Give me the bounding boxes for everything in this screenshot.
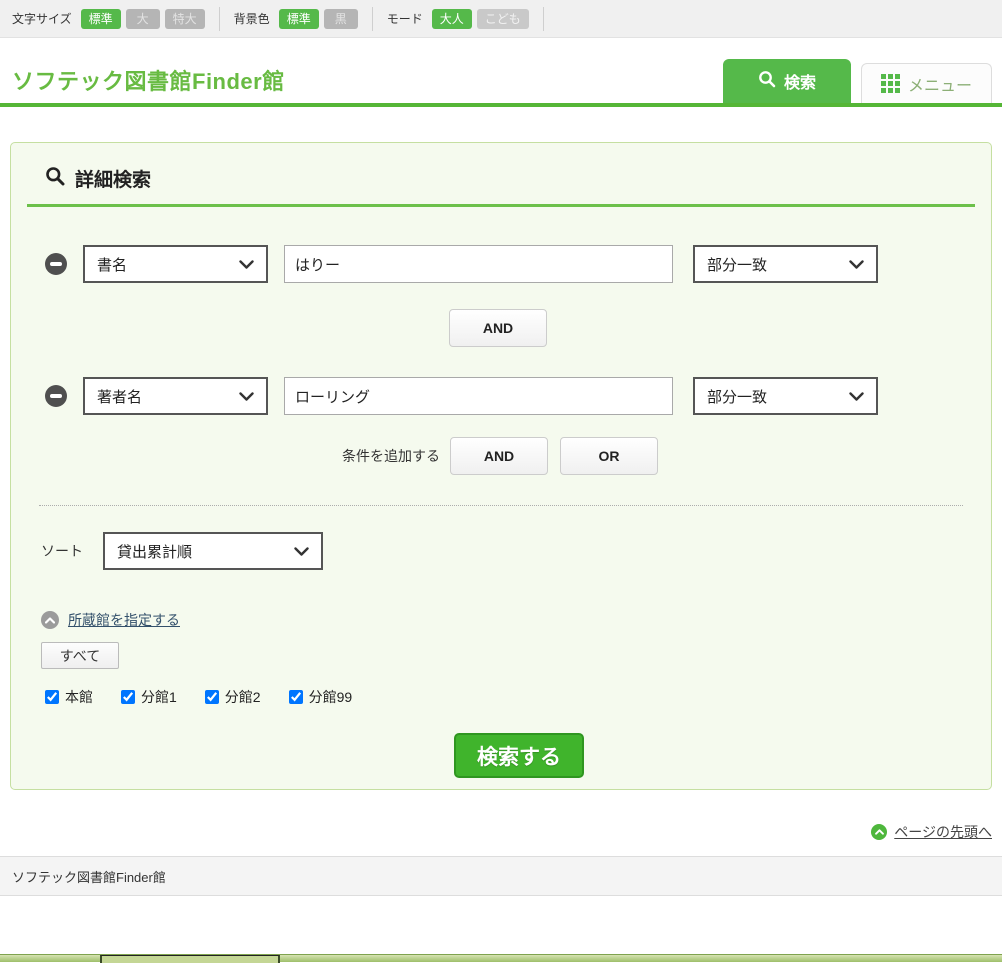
toolbar-spacer xyxy=(543,7,572,31)
mode-label: モード xyxy=(387,10,423,27)
add-or-button[interactable]: OR xyxy=(560,437,658,475)
site-header: ソフテック図書館Finder館 検索 メニュー xyxy=(0,38,1002,107)
checkbox-label: 分館2 xyxy=(225,687,261,707)
search-icon xyxy=(45,166,65,191)
match-select-2[interactable]: 部分一致 xyxy=(693,377,878,415)
chevron-down-icon xyxy=(849,256,864,273)
match-select-1[interactable]: 部分一致 xyxy=(693,245,878,283)
checkbox-input[interactable] xyxy=(205,690,219,704)
font-size-label: 文字サイズ xyxy=(12,10,72,27)
field-select-2[interactable]: 著者名 xyxy=(83,377,268,415)
chevron-down-icon xyxy=(239,256,254,273)
bg-color-black-button[interactable]: 黒 xyxy=(324,9,358,29)
checkbox-input[interactable] xyxy=(45,690,59,704)
specify-holding-library-link[interactable]: 所蔵館を指定する xyxy=(68,610,180,630)
sort-select[interactable]: 貸出累計順 xyxy=(103,532,323,570)
font-size-standard-button[interactable]: 標準 xyxy=(81,9,121,29)
mode-kids-button[interactable]: こども xyxy=(477,9,529,29)
checkbox-label: 分館99 xyxy=(309,687,353,707)
mode-adult-button[interactable]: 大人 xyxy=(432,9,472,29)
sort-select-value: 貸出累計順 xyxy=(117,541,192,562)
checkbox-input[interactable] xyxy=(289,690,303,704)
connector-and-button[interactable]: AND xyxy=(449,309,547,347)
search-submit-button[interactable]: 検索する xyxy=(454,733,584,778)
footer: ソフテック図書館Finder館 xyxy=(0,856,1002,896)
sort-row: ソート 貸出累計順 xyxy=(41,532,975,570)
condition-row-2: 著者名 部分一致 xyxy=(45,377,975,415)
panel-title-row: 詳細検索 xyxy=(27,165,975,207)
tab-search[interactable]: 検索 xyxy=(723,59,851,103)
panel-title: 詳細検索 xyxy=(75,165,151,192)
bg-color-label: 背景色 xyxy=(234,10,270,27)
library-checkboxes: 本館 分館1 分館2 分館99 xyxy=(45,687,975,707)
tab-menu-label: メニュー xyxy=(908,72,972,96)
holding-link-row: 所蔵館を指定する xyxy=(41,610,975,630)
keyword-input-1[interactable] xyxy=(284,245,673,283)
field-select-1-value: 書名 xyxy=(97,254,127,275)
chevron-down-icon xyxy=(239,388,254,405)
bottom-window-edge xyxy=(0,954,1002,962)
collapse-up-icon xyxy=(41,611,59,629)
keyword-input-2[interactable] xyxy=(284,377,673,415)
add-condition-row: 条件を追加する AND OR xyxy=(342,437,975,475)
tab-search-label: 検索 xyxy=(784,69,816,93)
checkbox-label: 分館1 xyxy=(141,687,177,707)
remove-condition-icon[interactable] xyxy=(45,253,67,275)
advanced-search-panel: 詳細検索 書名 部分一致 AND 著者名 部 xyxy=(10,142,992,790)
bg-color-group: 背景色 標準 黒 xyxy=(219,7,372,31)
bottom-edge-box xyxy=(100,955,280,963)
page-top-link[interactable]: ページの先頭へ xyxy=(894,822,992,842)
font-size-large-button[interactable]: 大 xyxy=(126,9,160,29)
remove-condition-icon[interactable] xyxy=(45,385,67,407)
search-icon xyxy=(758,70,776,93)
select-all-button[interactable]: すべて xyxy=(41,642,119,669)
checkbox-branch-99[interactable]: 分館99 xyxy=(289,687,353,707)
section-divider xyxy=(39,505,963,506)
accessibility-toolbar: 文字サイズ 標準 大 特大 背景色 標準 黒 モード 大人 こども xyxy=(0,0,1002,38)
checkbox-label: 本館 xyxy=(65,687,93,707)
font-size-xlarge-button[interactable]: 特大 xyxy=(165,9,205,29)
sort-label: ソート xyxy=(41,541,83,561)
grid-icon xyxy=(881,74,900,93)
tab-menu[interactable]: メニュー xyxy=(861,63,992,103)
bottom-gap xyxy=(0,896,1002,954)
field-select-1[interactable]: 書名 xyxy=(83,245,268,283)
checkbox-branch-2[interactable]: 分館2 xyxy=(205,687,261,707)
bg-color-standard-button[interactable]: 標準 xyxy=(279,9,319,29)
checkbox-branch-1[interactable]: 分館1 xyxy=(121,687,177,707)
checkbox-input[interactable] xyxy=(121,690,135,704)
chevron-down-icon xyxy=(849,388,864,405)
field-select-2-value: 著者名 xyxy=(97,386,142,407)
site-title[interactable]: ソフテック図書館Finder館 xyxy=(12,64,285,96)
page-top-up-icon xyxy=(871,824,887,840)
footer-site-name: ソフテック図書館Finder館 xyxy=(12,867,166,886)
match-select-1-value: 部分一致 xyxy=(707,254,767,275)
font-size-group: 文字サイズ 標準 大 特大 xyxy=(12,7,219,31)
page-top-row: ページの先頭へ xyxy=(0,790,1002,856)
add-and-button[interactable]: AND xyxy=(450,437,548,475)
main-content: 詳細検索 書名 部分一致 AND 著者名 部 xyxy=(0,107,1002,790)
condition-row-1: 書名 部分一致 xyxy=(45,245,975,283)
match-select-2-value: 部分一致 xyxy=(707,386,767,407)
chevron-down-icon xyxy=(294,543,309,560)
checkbox-main-library[interactable]: 本館 xyxy=(45,687,93,707)
mode-group: モード 大人 こども xyxy=(372,7,543,31)
header-tabs: 検索 メニュー xyxy=(723,59,992,103)
add-condition-label: 条件を追加する xyxy=(342,446,440,466)
